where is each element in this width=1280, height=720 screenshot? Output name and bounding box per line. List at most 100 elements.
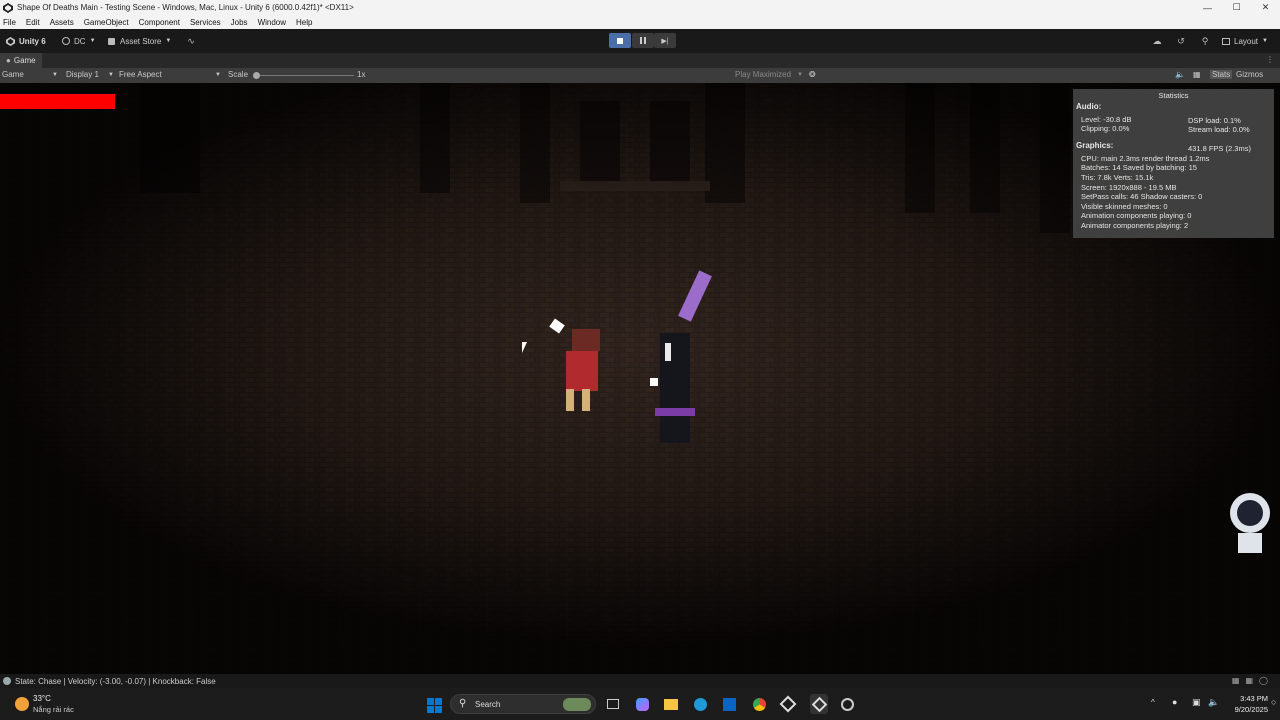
clock-time[interactable]: 3:43 PM bbox=[1224, 694, 1268, 703]
unity-hub-icon[interactable] bbox=[779, 695, 797, 713]
chevron-down-icon: ▼ bbox=[797, 72, 803, 78]
gamepad-icon: ● bbox=[6, 56, 11, 65]
unity-logo-icon bbox=[6, 36, 15, 46]
tab-game-label: Game bbox=[13, 56, 36, 65]
layout-icon bbox=[1222, 37, 1230, 45]
tray-chevron-icon[interactable]: ^ bbox=[1151, 698, 1155, 707]
unity-version-button[interactable]: Unity 6 bbox=[6, 35, 46, 47]
search-label: Search bbox=[475, 700, 501, 709]
console-status-text[interactable]: State: Chase | Velocity: (-3.00, -0.07) … bbox=[15, 677, 216, 686]
weather-desc[interactable]: Nắng rải rác bbox=[33, 705, 74, 714]
account-dropdown[interactable]: DC ▼ bbox=[62, 35, 96, 47]
chevron-down-icon: ▼ bbox=[89, 38, 96, 44]
status-bar: State: Chase | Velocity: (-3.00, -0.07) … bbox=[0, 674, 1280, 688]
menu-assets[interactable]: Assets bbox=[50, 18, 74, 27]
aspect-dropdown[interactable]: Free Aspect bbox=[119, 70, 162, 79]
gizmos-dropdown[interactable]: Gizmos bbox=[1236, 70, 1263, 79]
step-icon: ▶| bbox=[661, 37, 669, 45]
account-icon bbox=[62, 37, 70, 45]
asset-store-dropdown[interactable]: Asset Store ▼ bbox=[108, 35, 171, 47]
menu-component[interactable]: Component bbox=[139, 18, 180, 27]
menu-services[interactable]: Services bbox=[190, 18, 221, 27]
minimize-button[interactable]: — bbox=[1193, 0, 1222, 15]
asset-store-label: Asset Store bbox=[120, 36, 162, 46]
network-icon[interactable]: ▣ bbox=[1192, 697, 1201, 708]
scale-slider-handle[interactable] bbox=[253, 72, 260, 79]
chevron-down-icon: ▼ bbox=[215, 72, 221, 78]
menu-window[interactable]: Window bbox=[258, 18, 286, 27]
chevron-down-icon: ▼ bbox=[1262, 38, 1268, 44]
statistics-title: Statistics bbox=[1158, 91, 1189, 100]
close-button[interactable]: ✕ bbox=[1251, 0, 1280, 15]
chrome-icon[interactable] bbox=[751, 696, 767, 712]
chevron-down-icon: ▼ bbox=[165, 38, 172, 44]
layout-label: Layout bbox=[1234, 36, 1259, 46]
audio-header: Audio: bbox=[1076, 102, 1102, 111]
pause-icon bbox=[640, 37, 646, 44]
grid-icon[interactable]: ▦ bbox=[1193, 70, 1201, 79]
more-options-icon[interactable]: ⋮ bbox=[1266, 55, 1274, 64]
search-highlight-icon bbox=[563, 698, 591, 711]
dsp-load: DSP load: 0.1% bbox=[1188, 116, 1241, 125]
stats-toggle[interactable]: Stats bbox=[1210, 70, 1233, 79]
unity-editor-icon[interactable] bbox=[810, 694, 828, 714]
edge-browser-icon[interactable] bbox=[692, 696, 708, 712]
menu-edit[interactable]: Edit bbox=[26, 18, 40, 27]
stream-load: Stream load: 0.0% bbox=[1188, 125, 1250, 134]
menu-jobs[interactable]: Jobs bbox=[231, 18, 248, 27]
search-icon[interactable]: ⚲ bbox=[1198, 34, 1212, 48]
file-explorer-icon[interactable] bbox=[663, 696, 679, 712]
play-maximized-dropdown[interactable]: Play Maximized bbox=[735, 70, 791, 79]
version-control-icon[interactable]: ∿ bbox=[184, 34, 198, 48]
fps-readout: 431.8 FPS (2.3ms) bbox=[1188, 144, 1251, 153]
copilot-icon[interactable] bbox=[634, 696, 650, 712]
tris-stats: Tris: 7.8k Verts: 15.1k bbox=[1081, 173, 1154, 182]
shopping-bag-icon bbox=[108, 37, 115, 45]
step-button[interactable]: ▶| bbox=[654, 33, 676, 48]
taskbar-search-box[interactable]: ⚲ Search bbox=[450, 694, 596, 714]
scale-value: 1x bbox=[357, 70, 366, 79]
audio-level: Level: -30.8 dB bbox=[1081, 115, 1132, 124]
weather-temp[interactable]: 33°C bbox=[33, 694, 51, 703]
play-button[interactable] bbox=[609, 33, 631, 48]
unity-version-label: Unity 6 bbox=[19, 36, 46, 46]
windows-taskbar: 33°C Nắng rải rác ⚲ Search ^ ● ▣ 🔈 3:43 … bbox=[0, 688, 1280, 720]
scale-label: Scale bbox=[228, 70, 249, 79]
cloud-icon[interactable]: ☁ bbox=[1150, 34, 1164, 48]
game-mode-dropdown[interactable]: Game bbox=[2, 70, 24, 79]
maximize-button[interactable]: ☐ bbox=[1222, 0, 1251, 15]
windows-start-icon[interactable] bbox=[425, 696, 443, 714]
clock-date[interactable]: 9/20/2025 bbox=[1224, 705, 1268, 714]
bug-icon[interactable]: ❂ bbox=[809, 70, 816, 79]
pause-button[interactable] bbox=[632, 33, 654, 48]
info-icon bbox=[3, 677, 11, 685]
menu-file[interactable]: File bbox=[3, 18, 16, 27]
menu-gameobject[interactable]: GameObject bbox=[84, 18, 129, 27]
volume-icon[interactable]: 🔈 bbox=[1208, 697, 1219, 708]
chevron-down-icon: ▼ bbox=[108, 72, 114, 78]
layout-dropdown[interactable]: Layout ▼ bbox=[1222, 35, 1268, 47]
stop-icon bbox=[617, 37, 623, 44]
search-icon: ⚲ bbox=[459, 698, 467, 709]
outlook-icon[interactable] bbox=[721, 696, 737, 712]
audio-clipping: Clipping: 0.0% bbox=[1081, 124, 1130, 133]
tab-game[interactable]: ● Game bbox=[0, 53, 42, 68]
display-dropdown[interactable]: Display 1 bbox=[66, 70, 99, 79]
skinned-stats: Visible skinned meshes: 0 bbox=[1081, 202, 1168, 211]
batches-stats: Batches: 14 Saved by batching: 15 bbox=[1081, 163, 1197, 172]
speaker-icon[interactable]: 🔈 bbox=[1175, 70, 1185, 79]
graphics-header: Graphics: bbox=[1076, 141, 1114, 150]
menu-help[interactable]: Help bbox=[296, 18, 312, 27]
menu-bar: File Edit Assets GameObject Component Se… bbox=[0, 15, 1280, 29]
setpass-stats: SetPass calls: 46 Shadow casters: 0 bbox=[1081, 192, 1203, 201]
notification-bell-icon[interactable]: ○ bbox=[1271, 697, 1276, 707]
history-icon[interactable]: ↺ bbox=[1174, 34, 1188, 48]
weather-icon[interactable] bbox=[12, 694, 32, 714]
task-view-icon[interactable] bbox=[605, 696, 621, 712]
microphone-icon[interactable]: ● bbox=[1172, 697, 1177, 707]
steam-icon[interactable] bbox=[839, 696, 855, 712]
window-title: Shape Of Deaths Main - Testing Scene - W… bbox=[17, 3, 354, 12]
scale-slider[interactable] bbox=[254, 75, 354, 76]
cpu-stats: CPU: main 2.3ms render thread 1.2ms bbox=[1081, 154, 1210, 163]
account-label: DC bbox=[74, 36, 86, 46]
